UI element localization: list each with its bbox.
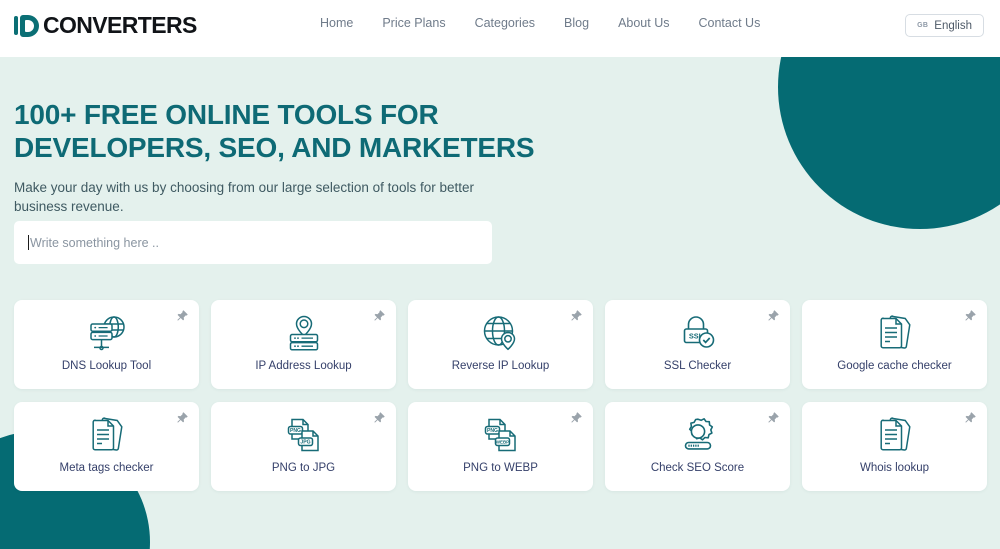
nav-price-plans[interactable]: Price Plans — [382, 16, 445, 30]
hero-section: 100+ FREE ONLINE TOOLS FOR DEVELOPERS, S… — [0, 57, 1000, 549]
nav-about-us[interactable]: About Us — [618, 16, 669, 30]
site-logo[interactable]: CONVERTERS — [14, 12, 197, 39]
tool-card-check-seo-score[interactable]: Check SEO Score — [605, 402, 790, 491]
tool-card-label: Check SEO Score — [650, 462, 745, 474]
documents-icon — [877, 314, 913, 352]
svg-text:PNG: PNG — [486, 428, 497, 434]
png-to-jpg-icon: PNG JPG — [284, 416, 324, 454]
globe-marker-icon — [481, 314, 521, 352]
gb-flag-icon: GB — [917, 22, 929, 29]
tool-card-label: Reverse IP Lookup — [451, 360, 550, 372]
tool-card-dns-lookup-tool[interactable]: DNS Lookup Tool — [14, 300, 199, 389]
pushpin-icon[interactable] — [766, 309, 780, 323]
gear-gauge-icon — [678, 416, 718, 454]
tool-card-label: PNG to WEBP — [463, 462, 538, 474]
pushpin-icon[interactable] — [569, 309, 583, 323]
tool-card-whois-lookup[interactable]: Whois lookup — [802, 402, 987, 491]
tool-card-label: SSL Checker — [663, 360, 732, 372]
tool-card-label: IP Address Lookup — [255, 360, 352, 372]
site-header: CONVERTERS Home Price Plans Categories B… — [0, 0, 1000, 57]
nav-contact-us[interactable]: Contact Us — [698, 16, 760, 30]
text-caret — [28, 235, 29, 250]
pushpin-icon[interactable] — [175, 309, 189, 323]
search-input[interactable] — [30, 235, 450, 250]
pushpin-icon[interactable] — [175, 411, 189, 425]
pushpin-icon[interactable] — [569, 411, 583, 425]
tool-card-label: Whois lookup — [859, 462, 930, 474]
pushpin-icon[interactable] — [372, 411, 386, 425]
hero-subtitle: Make your day with us by choosing from o… — [14, 179, 474, 215]
decorative-circle-top-right — [778, 57, 1000, 229]
tool-card-ssl-checker[interactable]: SSL SSL Checker — [605, 300, 790, 389]
nav-categories[interactable]: Categories — [475, 16, 535, 30]
logo-text: CONVERTERS — [43, 12, 197, 38]
tool-card-png-to-webp[interactable]: PNG WEBP PNG to WEBP — [408, 402, 593, 491]
ssl-lock-check-icon: SSL — [678, 314, 718, 352]
converters-d-mark-icon — [14, 14, 39, 37]
svg-text:WEBP: WEBP — [495, 440, 508, 445]
main-navigation: Home Price Plans Categories Blog About U… — [320, 16, 760, 30]
svg-text:PNG: PNG — [289, 428, 300, 434]
language-selector-button[interactable]: GB English — [905, 14, 984, 37]
documents-icon — [877, 416, 913, 454]
hero-content: 100+ FREE ONLINE TOOLS FOR DEVELOPERS, S… — [14, 99, 535, 217]
png-to-webp-icon: PNG WEBP — [481, 416, 521, 454]
page-title-line-1: 100+ FREE ONLINE TOOLS FOR — [14, 99, 439, 130]
tool-card-ip-address-lookup[interactable]: IP Address Lookup — [211, 300, 396, 389]
pushpin-icon[interactable] — [963, 411, 977, 425]
pin-server-icon — [284, 314, 324, 352]
search-box[interactable] — [14, 221, 492, 264]
pushpin-icon[interactable] — [963, 309, 977, 323]
documents-icon — [89, 416, 125, 454]
tool-card-grid: DNS Lookup Tool IP Address Lookup Revers… — [14, 300, 987, 491]
tool-card-label: PNG to JPG — [271, 462, 336, 474]
nav-blog[interactable]: Blog — [564, 16, 589, 30]
tool-card-meta-tags-checker[interactable]: Meta tags checker — [14, 402, 199, 491]
server-globe-icon — [84, 314, 130, 352]
tool-card-label: Meta tags checker — [59, 462, 154, 474]
tool-card-png-to-jpg[interactable]: PNG JPG PNG to JPG — [211, 402, 396, 491]
tool-card-label: DNS Lookup Tool — [61, 360, 152, 372]
pushpin-icon[interactable] — [372, 309, 386, 323]
pushpin-icon[interactable] — [766, 411, 780, 425]
tool-card-google-cache-checker[interactable]: Google cache checker — [802, 300, 987, 389]
language-label: English — [934, 19, 972, 32]
tool-card-reverse-ip-lookup[interactable]: Reverse IP Lookup — [408, 300, 593, 389]
svg-text:JPG: JPG — [300, 440, 310, 446]
page-title-line-2: DEVELOPERS, SEO, AND MARKETERS — [14, 131, 535, 163]
nav-home[interactable]: Home — [320, 16, 353, 30]
tool-card-label: Google cache checker — [837, 360, 952, 372]
